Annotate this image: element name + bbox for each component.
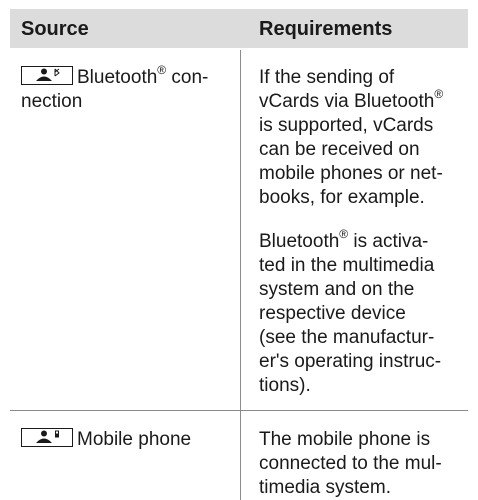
requirement-bluetooth-p1: If the sending of vCards via Bluetooth® … xyxy=(259,67,444,208)
requirement-bluetooth-p2: Bluetooth® is activa- ted in the multime… xyxy=(259,226,442,396)
header-requirements: Requirements xyxy=(259,18,393,40)
table-header: Source Requirements xyxy=(10,9,468,48)
header-source: Source xyxy=(21,18,89,40)
person-bluetooth-icon xyxy=(21,66,73,85)
row-divider xyxy=(10,410,468,411)
requirement-mobile-phone: The mobile phone is connected to the mul… xyxy=(259,429,442,498)
requirements-table: Source Requirements Bluetooth® con- nect… xyxy=(0,0,478,500)
person-phone-icon xyxy=(21,428,73,447)
column-divider xyxy=(240,50,241,500)
source-bluetooth: Bluetooth® con- nection xyxy=(21,62,209,112)
source-mobile-phone: Mobile phone xyxy=(21,428,236,452)
